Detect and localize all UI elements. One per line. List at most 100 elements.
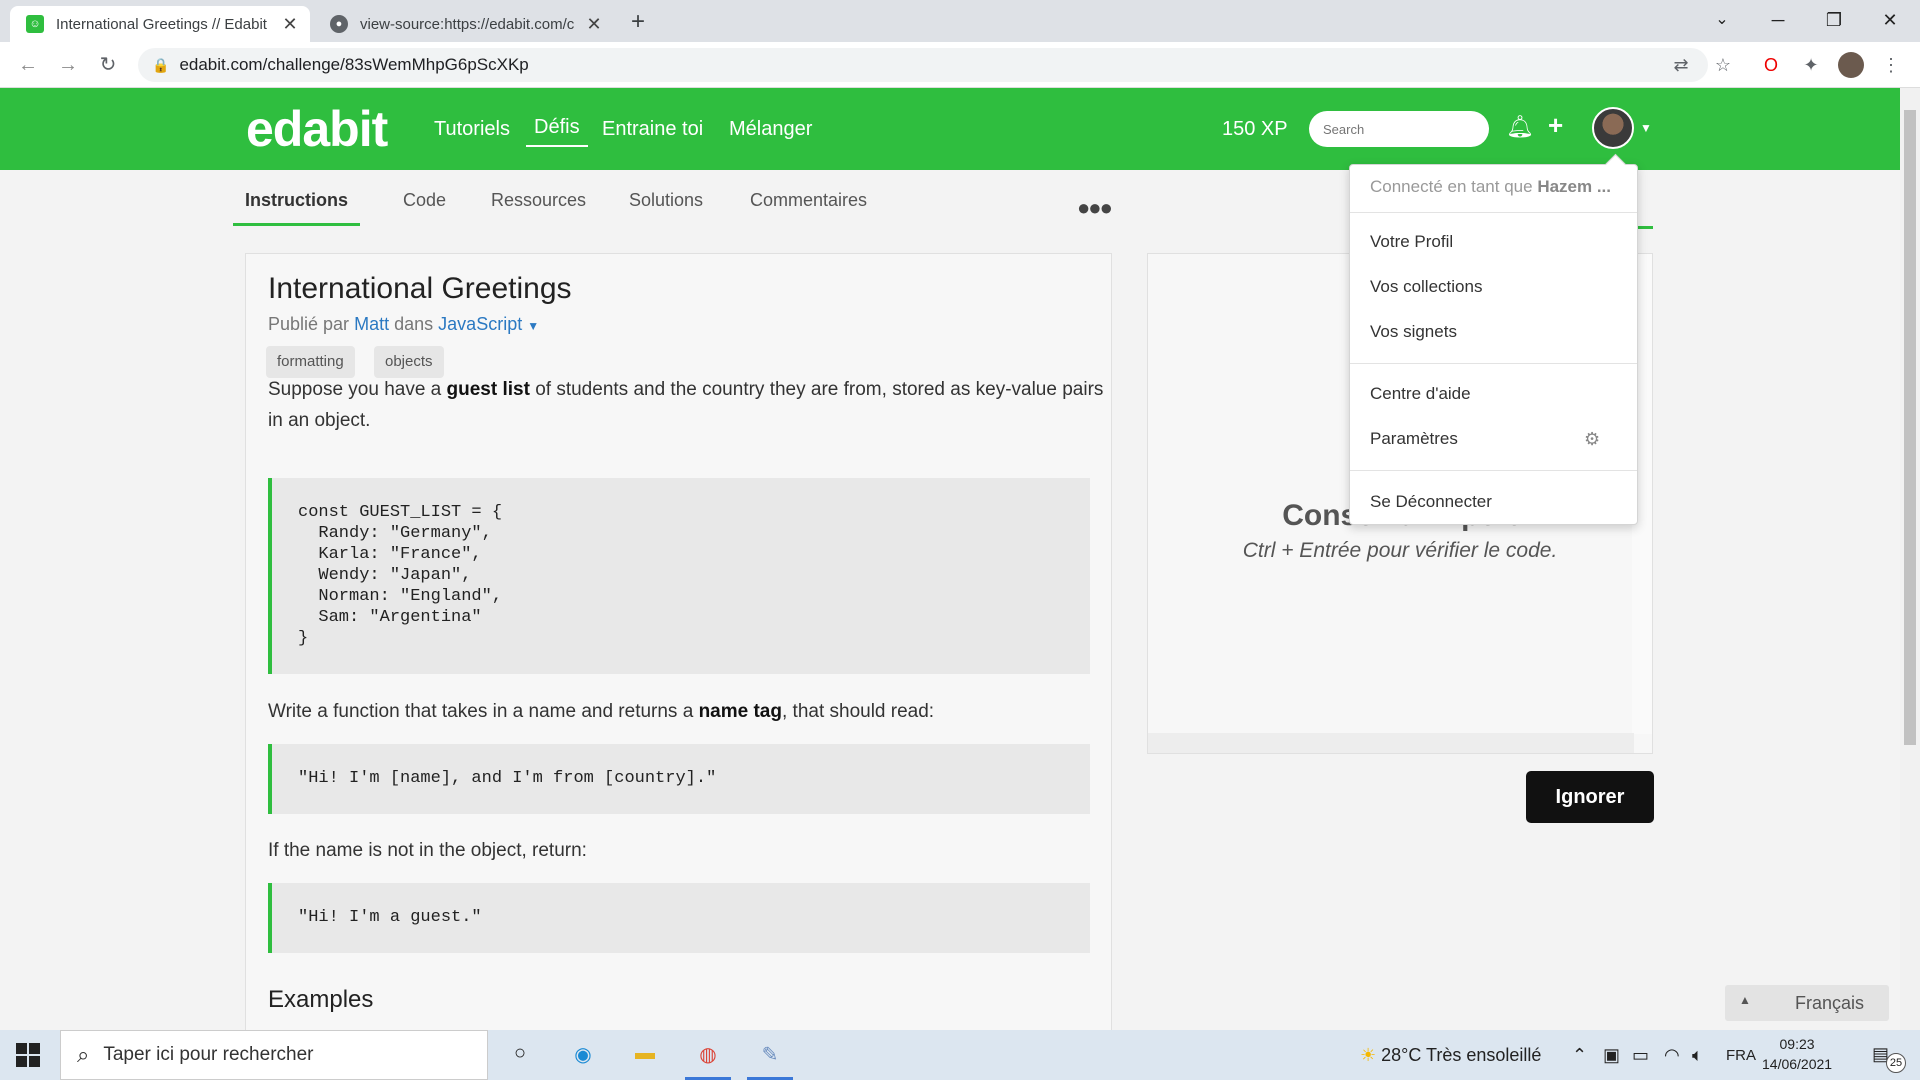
more-options-icon[interactable]: ●●● bbox=[1077, 195, 1113, 221]
text: Suppose you have a bbox=[268, 379, 447, 400]
sun-icon: ☀ bbox=[1360, 1045, 1377, 1065]
minimize-icon[interactable]: ─ bbox=[1750, 0, 1806, 42]
language-selector[interactable]: ▲ Français bbox=[1725, 985, 1889, 1021]
caret-down-icon[interactable]: ▼ bbox=[527, 319, 539, 333]
search-input[interactable] bbox=[1309, 111, 1489, 147]
menu-se-deconnecter[interactable]: Se Déconnecter bbox=[1370, 492, 1492, 512]
input-language[interactable]: FRA bbox=[1726, 1047, 1756, 1064]
user-dropdown-menu: Connecté en tant que Hazem ... Votre Pro… bbox=[1349, 164, 1638, 525]
instructions-panel: International Greetings Publié par Matt … bbox=[245, 253, 1112, 1033]
menu-parametres[interactable]: Paramètres bbox=[1370, 429, 1458, 449]
edabit-favicon-icon: ☺ bbox=[26, 15, 44, 33]
lock-icon[interactable]: 🔒 bbox=[152, 57, 169, 74]
byline: Publié par Matt dans JavaScript ▼ bbox=[268, 314, 539, 335]
notification-count: 25 bbox=[1886, 1053, 1906, 1073]
volume-icon[interactable]: 🔈︎ bbox=[1692, 1045, 1703, 1066]
extensions-puzzle-icon[interactable]: ✦ bbox=[1798, 52, 1824, 78]
divider bbox=[1350, 363, 1637, 364]
user-avatar[interactable] bbox=[1592, 107, 1634, 149]
page-scrollbar[interactable] bbox=[1900, 88, 1920, 1030]
challenge-title: International Greetings bbox=[268, 272, 572, 305]
taskbar-search[interactable]: ⌕ Taper ici pour rechercher bbox=[60, 1030, 488, 1080]
nav-tutoriels[interactable]: Tutoriels bbox=[434, 118, 510, 141]
windows-taskbar: ⌕ Taper ici pour rechercher ○ ◉ ▬ ◍ ✎ ☀ … bbox=[0, 1030, 1920, 1080]
tab-code[interactable]: Code bbox=[403, 190, 446, 211]
tab-ressources[interactable]: Ressources bbox=[491, 190, 586, 211]
browser-tab-active[interactable]: ☺ International Greetings // Edabit ✕ bbox=[10, 6, 310, 42]
code-block: "Hi! I'm [name], and I'm from [country].… bbox=[268, 744, 1090, 814]
new-tab-button[interactable]: + bbox=[624, 8, 652, 36]
nav-melanger[interactable]: Mélanger bbox=[729, 118, 812, 141]
forward-icon[interactable]: → bbox=[52, 49, 84, 81]
windows-start-icon[interactable] bbox=[16, 1043, 40, 1067]
bold-text: name tag bbox=[698, 701, 782, 722]
caret-up-icon: ▲ bbox=[1739, 993, 1751, 1007]
translate-icon[interactable]: ⇄ bbox=[1668, 52, 1694, 78]
code-block: "Hi! I'm a guest." bbox=[268, 883, 1090, 953]
back-icon[interactable]: ← bbox=[12, 49, 44, 81]
edge-icon[interactable]: ◉ bbox=[568, 1042, 598, 1070]
text: Write a function that takes in a name an… bbox=[268, 701, 699, 722]
cortana-icon[interactable]: ○ bbox=[505, 1042, 535, 1070]
search-icon: ⌕ bbox=[77, 1042, 90, 1067]
close-tab-icon[interactable]: ✕ bbox=[582, 14, 606, 35]
tab-instructions[interactable]: Instructions bbox=[233, 190, 361, 226]
reload-icon[interactable]: ↻ bbox=[92, 49, 124, 81]
bookmark-star-icon[interactable]: ☆ bbox=[1710, 52, 1736, 78]
horizontal-scrollbar[interactable] bbox=[1148, 733, 1634, 753]
profile-avatar-icon[interactable] bbox=[1838, 52, 1864, 78]
file-explorer-icon[interactable]: ▬ bbox=[630, 1042, 660, 1070]
wifi-icon[interactable]: ◠ bbox=[1664, 1045, 1680, 1066]
restore-icon[interactable]: ❐ bbox=[1806, 0, 1862, 42]
address-bar[interactable]: 🔒 edabit.com/challenge/83sWemMhpG6pScXKp bbox=[138, 48, 1708, 82]
time: 09:23 bbox=[1779, 1036, 1815, 1052]
connected-as: Connecté en tant que Hazem ... bbox=[1370, 177, 1611, 197]
scrollbar-thumb[interactable] bbox=[1904, 110, 1916, 745]
language-label: Français bbox=[1795, 993, 1865, 1013]
chrome-icon[interactable]: ◍ bbox=[685, 1042, 731, 1080]
menu-votre-profil[interactable]: Votre Profil bbox=[1370, 232, 1453, 252]
nav-entraine-toi[interactable]: Entraine toi bbox=[602, 118, 703, 141]
text: , that should read: bbox=[781, 701, 935, 722]
author-link[interactable]: Matt bbox=[354, 314, 389, 334]
language-link[interactable]: JavaScript bbox=[438, 314, 522, 334]
opera-extension-icon[interactable]: O bbox=[1758, 52, 1784, 78]
notification-icon[interactable]: ▤ 25 bbox=[1872, 1044, 1906, 1073]
tray-chevron-icon[interactable]: ⌃ bbox=[1572, 1045, 1587, 1066]
meet-icon[interactable]: ▣ bbox=[1603, 1045, 1620, 1066]
close-window-icon[interactable]: ✕ bbox=[1862, 0, 1918, 42]
tab-commentaires[interactable]: Commentaires bbox=[750, 190, 867, 211]
bell-icon[interactable]: 🔔︎ bbox=[1506, 114, 1534, 140]
weather-text: 28°C Très ensoleillé bbox=[1381, 1045, 1542, 1065]
tab-search-icon[interactable]: ⌄ bbox=[1694, 0, 1750, 42]
code-block: const GUEST_LIST = { Randy: "Germany", K… bbox=[268, 478, 1090, 674]
menu-centre-aide[interactable]: Centre d'aide bbox=[1370, 384, 1471, 404]
system-clock[interactable]: 09:23 14/06/2021 bbox=[1762, 1034, 1832, 1074]
nav-defis[interactable]: Défis bbox=[526, 116, 588, 147]
edabit-logo[interactable]: edabit bbox=[246, 100, 388, 158]
by-prefix: Publié par bbox=[268, 314, 350, 334]
xp-counter: 150 XP bbox=[1222, 118, 1288, 140]
close-tab-icon[interactable]: ✕ bbox=[278, 14, 302, 35]
globe-icon: ● bbox=[330, 15, 348, 33]
browser-tab-inactive[interactable]: ● view-source:https://edabit.com/c ✕ bbox=[314, 6, 614, 42]
paragraph: Suppose you have a guest list of student… bbox=[268, 374, 1108, 436]
in-word: dans bbox=[394, 314, 434, 334]
ignore-button[interactable]: Ignorer bbox=[1526, 771, 1654, 823]
paint-icon[interactable]: ✎ bbox=[747, 1042, 793, 1080]
menu-vos-collections[interactable]: Vos collections bbox=[1370, 277, 1482, 297]
username: Hazem ... bbox=[1537, 177, 1612, 196]
url-text[interactable]: edabit.com/challenge/83sWemMhpG6pScXKp bbox=[179, 55, 528, 75]
tab-solutions[interactable]: Solutions bbox=[629, 190, 703, 211]
connected-prefix: Connecté en tant que bbox=[1370, 177, 1533, 196]
weather-widget[interactable]: ☀ 28°C Très ensoleillé bbox=[1360, 1045, 1541, 1066]
tip-subtitle: Ctrl + Entrée pour vérifier le code. bbox=[1242, 539, 1558, 562]
browser-menu-icon[interactable]: ⋮ bbox=[1878, 52, 1904, 78]
bold-text: guest list bbox=[446, 379, 530, 400]
menu-vos-signets[interactable]: Vos signets bbox=[1370, 322, 1457, 342]
paragraph: Write a function that takes in a name an… bbox=[268, 696, 1108, 727]
battery-icon[interactable]: ▭ bbox=[1632, 1045, 1649, 1066]
taskbar-search-placeholder: Taper ici pour rechercher bbox=[103, 1044, 314, 1065]
plus-icon[interactable]: + bbox=[1548, 110, 1563, 141]
caret-down-icon[interactable]: ▼ bbox=[1640, 121, 1652, 135]
